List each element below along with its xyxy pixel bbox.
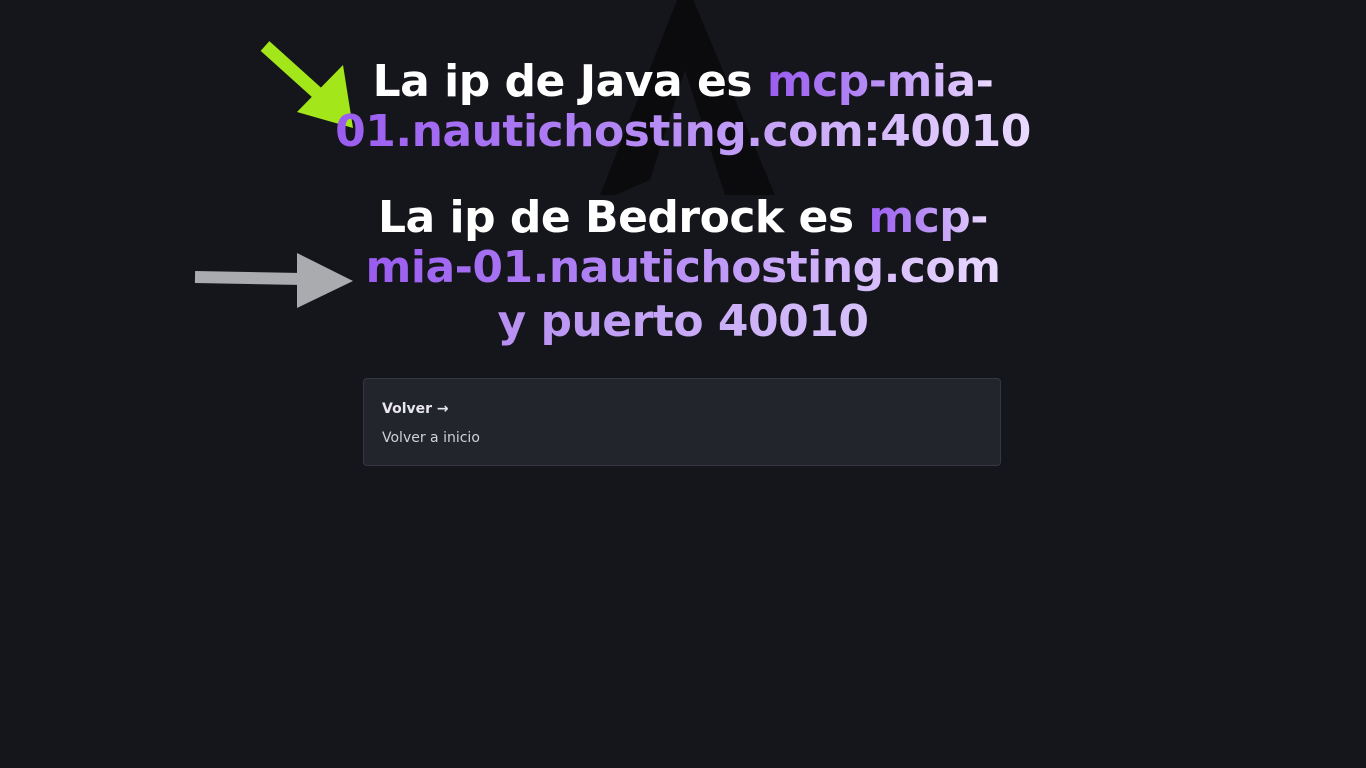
java-ip-heading: La ip de Java es mcp-mia- 01.nautichostin… [330,57,1036,157]
back-card-description: Volver a inicio [382,430,480,446]
back-to-home-card[interactable]: Volver → Volver a inicio [363,378,1001,466]
page: La ip de Java es mcp-mia- 01.nautichostin… [0,0,1366,768]
bedrock-ip-address-part2: mia-01.nautichosting.com [365,242,1001,293]
java-ip-address-part2: 01.nautichosting.com:40010 [335,106,1031,157]
java-ip-address-part1: mcp-mia- [766,56,994,107]
bedrock-port-text: y puerto 40010 [330,297,1036,347]
java-ip-prefix: La ip de Java es [372,56,767,107]
bedrock-ip-address-part1: mcp- [868,192,989,243]
bedrock-ip-prefix: La ip de Bedrock es [377,192,869,243]
bedrock-ip-heading: La ip de Bedrock es mcp-mia-01.nautichos… [330,193,1036,293]
back-card-title: Volver → [382,401,449,417]
